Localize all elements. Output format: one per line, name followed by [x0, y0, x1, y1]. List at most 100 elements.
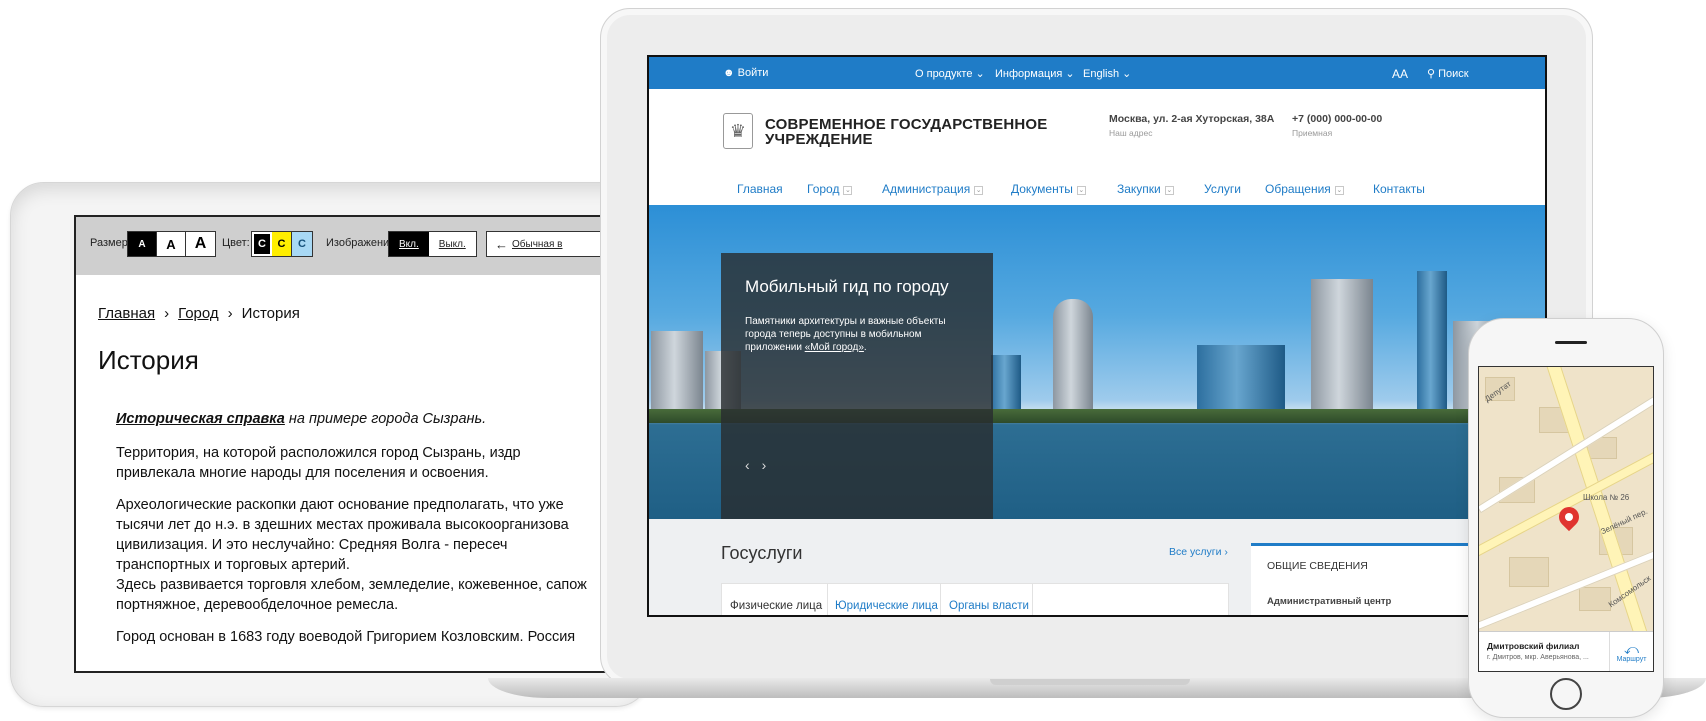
- font-size-button[interactable]: AA: [1392, 67, 1408, 81]
- color-scheme-blue[interactable]: C: [292, 232, 312, 256]
- address-text: Москва, ул. 2-ая Хуторская, 38А: [1109, 113, 1274, 125]
- color-scheme-switcher: C C C: [251, 231, 313, 257]
- article-lead: Историческая справка на примере города С…: [116, 409, 616, 429]
- search-button[interactable]: ⚲ Поиск: [1427, 67, 1469, 80]
- chevron-down-icon: ⌄: [976, 68, 985, 80]
- map-poi-label: Школа № 26: [1583, 493, 1629, 502]
- nav-item-label: Город: [807, 182, 839, 196]
- nav-item-documents[interactable]: Документы ⌄: [1011, 182, 1086, 196]
- login-link[interactable]: ☻ Войти: [723, 67, 768, 79]
- chevron-left-icon[interactable]: ‹: [745, 457, 762, 473]
- nav-item-home[interactable]: Главная: [737, 182, 783, 196]
- article-line: тысячи лет до н.э. в здешних местах прож…: [116, 515, 616, 535]
- normal-version-label: Обычная в: [512, 239, 563, 250]
- nav-item-label: Закупки: [1117, 182, 1161, 196]
- tab-divider: [1032, 584, 1033, 617]
- map-block: [1509, 557, 1549, 587]
- organization-name[interactable]: СОВРЕМЕННОЕ ГОСУДАРСТВЕННОЕ УЧРЕЖДЕНИЕ: [765, 117, 1048, 147]
- skyline-building: [1053, 299, 1093, 411]
- nav-item-city[interactable]: Город ⌄: [807, 182, 852, 196]
- laptop-notch: [990, 679, 1190, 685]
- nav-item-label: Администрация: [882, 182, 970, 196]
- phone-home-button[interactable]: [1550, 678, 1582, 710]
- page-title: История: [98, 345, 199, 376]
- history-reference-link[interactable]: Историческая справка: [116, 411, 285, 427]
- chevron-down-icon: ⌄: [1065, 68, 1074, 80]
- font-size-small[interactable]: A: [128, 232, 157, 256]
- nav-item-procurement[interactable]: Закупки ⌄: [1117, 182, 1174, 196]
- accessibility-bar: Размер: A A A Цвет: C C C Изображения Вк…: [76, 217, 648, 275]
- route-icon: ⤺: [1624, 642, 1639, 656]
- chevron-down-icon: ⌄: [1335, 186, 1344, 195]
- nav-item-appeals[interactable]: Обращения ⌄: [1265, 182, 1344, 196]
- article-line: Здесь развивается торговля хлебом, земле…: [116, 575, 616, 595]
- nav-item-services[interactable]: Услуги: [1204, 182, 1241, 196]
- article-body: Историческая справка на примере города С…: [116, 409, 616, 659]
- language-label: English: [1083, 68, 1119, 80]
- branch-card[interactable]: Дмитровский филиал г. Дмитров, мкр. Авер…: [1479, 631, 1653, 671]
- phone-block: +7 (000) 000-00-00 Приемная: [1292, 113, 1382, 138]
- slide-caption: Мобильный гид по городу Памятники архите…: [721, 253, 993, 519]
- arrow-left-icon: ←: [495, 237, 508, 252]
- phone-text: +7 (000) 000-00-00: [1292, 113, 1382, 125]
- slide-title: Мобильный гид по городу: [745, 277, 949, 297]
- color-scheme-black[interactable]: C: [252, 232, 272, 256]
- skyline-building: [991, 355, 1021, 411]
- skyline-building: [1197, 345, 1285, 411]
- article-line: Археологические раскопки дают основание …: [116, 495, 616, 515]
- phone-caption: Приемная: [1292, 128, 1382, 138]
- article-line: Территория, на которой расположился горо…: [116, 443, 616, 463]
- services-title: Госуслуги: [721, 543, 802, 564]
- slide-text-end: .: [864, 342, 867, 353]
- general-info-subtitle: Административный центр: [1267, 596, 1391, 607]
- chevron-down-icon: ⌄: [1122, 68, 1131, 80]
- address-caption: Наш адрес: [1109, 128, 1274, 138]
- app-link[interactable]: «Мой город»: [805, 342, 864, 353]
- font-size-medium[interactable]: A: [157, 232, 186, 256]
- images-switcher: Вкл. Выкл.: [388, 231, 477, 257]
- breadcrumb-separator: ›: [164, 305, 169, 322]
- tab-legal-entities[interactable]: Юридические лица: [835, 600, 938, 612]
- search-label: Поиск: [1438, 68, 1468, 80]
- article-lead-text: на примере города Сызрань.: [285, 411, 486, 427]
- organization-name-line2: УЧРЕЖДЕНИЕ: [765, 132, 1048, 147]
- map-block: [1579, 587, 1611, 611]
- chevron-down-icon: ⌄: [974, 186, 983, 195]
- nav-item-label: Документы: [1011, 182, 1073, 196]
- chevron-right-icon[interactable]: ›: [762, 457, 779, 473]
- color-scheme-yellow[interactable]: C: [272, 232, 292, 256]
- article-line: портняжное, деревообделочное ремесла.: [116, 595, 616, 615]
- branch-name: Дмитровский филиал: [1487, 641, 1579, 651]
- images-on-button[interactable]: Вкл.: [389, 232, 429, 256]
- chevron-down-icon: ⌄: [1077, 186, 1086, 195]
- nav-item-administration[interactable]: Администрация ⌄: [882, 182, 983, 196]
- route-button[interactable]: ⤺ Маршрут: [1609, 632, 1653, 672]
- top-bar: ☻ Войти О продукте ⌄ Информация ⌄ Englis…: [649, 57, 1545, 89]
- breadcrumb-home[interactable]: Главная: [98, 305, 155, 322]
- search-icon: ⚲: [1427, 68, 1435, 80]
- phone-screen: Депутат Школа № 26 Зелёный пер. Комсомол…: [1478, 366, 1654, 672]
- chevron-down-icon: ⌄: [1165, 186, 1174, 195]
- site-header: ♛ СОВРЕМЕННОЕ ГОСУДАРСТВЕННОЕ УЧРЕЖДЕНИЕ…: [649, 89, 1545, 171]
- tab-authorities[interactable]: Органы власти: [949, 600, 1029, 612]
- images-off-button[interactable]: Выкл.: [429, 232, 476, 256]
- skyline-building: [1311, 279, 1373, 411]
- font-size-large[interactable]: A: [186, 232, 215, 256]
- nav-item-contacts[interactable]: Контакты: [1373, 182, 1425, 196]
- all-services-link[interactable]: Все услуги ›: [1169, 546, 1228, 558]
- chevron-down-icon: ⌄: [843, 186, 852, 195]
- breadcrumb-city[interactable]: Город: [178, 305, 219, 322]
- about-menu[interactable]: О продукте ⌄: [915, 67, 985, 80]
- tablet-screen: Размер: A A A Цвет: C C C Изображения Вк…: [74, 215, 650, 673]
- language-menu[interactable]: English ⌄: [1083, 67, 1131, 80]
- services-section: Госуслуги Все услуги › Физические лица Ю…: [649, 519, 1545, 617]
- hero-slider: Мобильный гид по городу Памятники архите…: [649, 205, 1545, 519]
- nav-item-label: Обращения: [1265, 182, 1331, 196]
- tab-divider: [827, 584, 828, 617]
- tab-individuals[interactable]: Физические лица: [730, 600, 822, 612]
- slide-text: Памятники архитектуры и важные объекты г…: [745, 315, 955, 354]
- route-label: Маршрут: [1617, 656, 1647, 663]
- address-block: Москва, ул. 2-ая Хуторская, 38А Наш адре…: [1109, 113, 1274, 138]
- info-menu[interactable]: Информация ⌄: [995, 67, 1075, 80]
- organization-name-line1: СОВРЕМЕННОЕ ГОСУДАРСТВЕННОЕ: [765, 117, 1048, 132]
